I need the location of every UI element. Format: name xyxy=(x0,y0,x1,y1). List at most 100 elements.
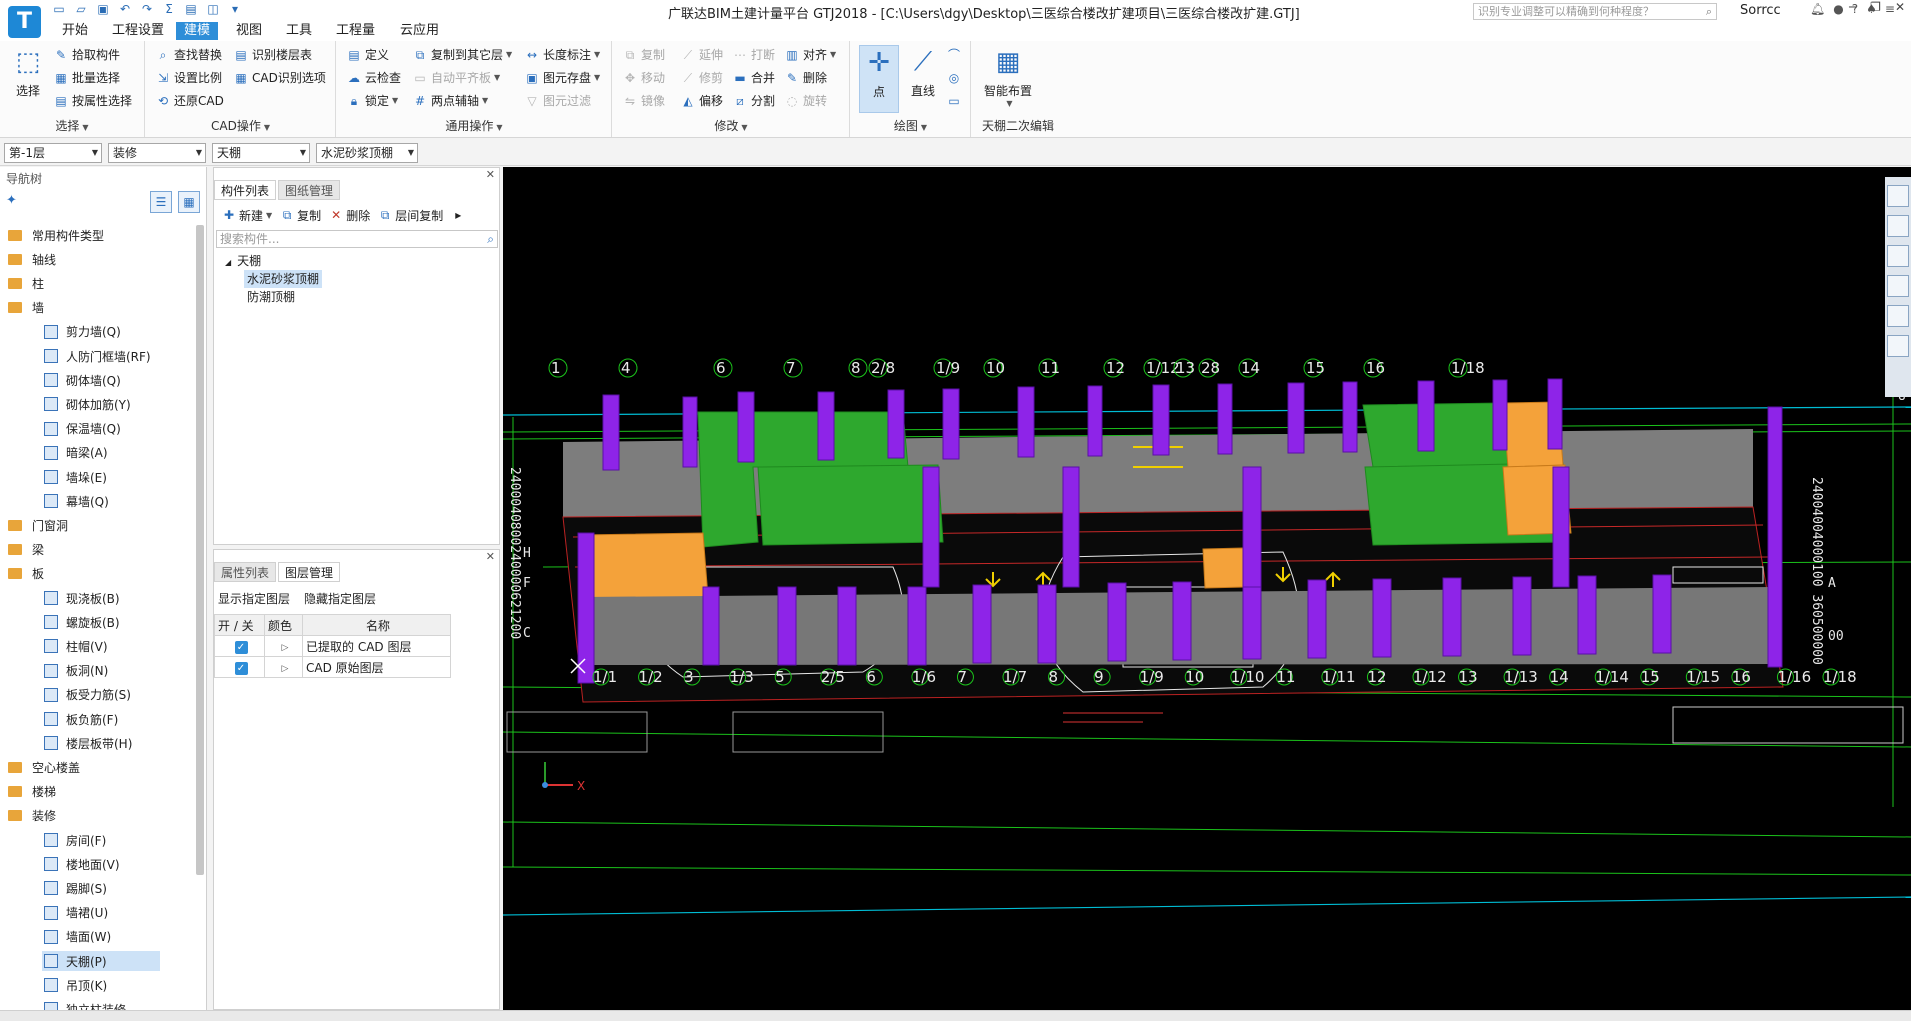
nav-item[interactable]: 板受力筋(S) xyxy=(42,685,160,705)
nav-category[interactable]: 空心楼盖 xyxy=(8,757,80,777)
length-dimension-button[interactable]: ↔ 长度标注 ▼ xyxy=(525,45,600,64)
delete-button[interactable]: ✎ 删除 xyxy=(785,68,827,87)
nav-item[interactable]: 楼地面(V) xyxy=(42,854,160,874)
tab-start[interactable]: 开始 xyxy=(54,22,96,40)
refresh-view-icon[interactable] xyxy=(1887,305,1909,327)
layer-expand[interactable]: ▷ xyxy=(264,656,303,678)
element-filter-button[interactable]: ▽ 图元过滤 xyxy=(525,91,591,110)
copy-to-other-floor-button[interactable]: ⧉ 复制到其它层 ▼ xyxy=(413,45,512,64)
tab-tools[interactable]: 工具 xyxy=(278,22,320,40)
nav-item[interactable]: 柱帽(V) xyxy=(42,636,160,656)
floor-select[interactable]: 第-1层 ▼ xyxy=(4,143,102,163)
nav-category[interactable]: 板 xyxy=(8,564,44,584)
break-button[interactable]: ⋯ 打断 xyxy=(733,45,775,64)
report-icon[interactable]: ▤ xyxy=(184,2,198,16)
layer-toggle[interactable]: ✓ xyxy=(214,656,265,678)
nav-item[interactable]: 人防门框墙(RF) xyxy=(42,346,160,366)
close-icon[interactable]: ✕ xyxy=(486,550,495,563)
merge-button[interactable]: ▬ 合并 xyxy=(733,68,775,87)
app-logo-icon[interactable]: T xyxy=(8,6,41,38)
nav-scrollbar[interactable] xyxy=(196,225,204,875)
nav-item[interactable]: 保温墙(Q) xyxy=(42,419,160,439)
collapse-arrow-icon[interactable]: ◢ xyxy=(225,258,231,267)
3d-view-icon[interactable] xyxy=(1887,275,1909,297)
nav-item[interactable]: 现浇板(B) xyxy=(42,588,160,608)
close-icon[interactable]: ✕ xyxy=(486,168,495,181)
nav-item[interactable]: 幕墙(Q) xyxy=(42,491,160,511)
minimize-icon[interactable]: ─ xyxy=(1849,0,1856,14)
checkbox-checked-icon[interactable]: ✓ xyxy=(234,661,248,675)
element-save-button[interactable]: ▣ 图元存盘 ▼ xyxy=(525,68,600,87)
nav-item[interactable]: 楼层板带(H) xyxy=(42,733,160,753)
move-button[interactable]: ✥ 移动 xyxy=(623,68,665,87)
top-view-icon[interactable] xyxy=(1887,245,1909,267)
draw-arc-button[interactable]: ⌒ xyxy=(947,45,965,64)
nav-category[interactable]: 轴线 xyxy=(8,249,56,269)
tab-property-list[interactable]: 属性列表 xyxy=(214,562,277,582)
component-select[interactable]: 水泥砂浆顶棚 ▼ xyxy=(316,143,418,163)
tab-view[interactable]: 视图 xyxy=(228,22,270,40)
lock-button[interactable]: 🔒︎ 锁定 ▼ xyxy=(347,91,398,110)
tile-view-icon[interactable]: ▦ xyxy=(178,191,200,213)
category-select[interactable]: 装修 ▼ xyxy=(108,143,206,163)
tab-modeling[interactable]: 建模 xyxy=(176,22,219,40)
draw-line-button[interactable]: ⟋ 直线 xyxy=(905,45,941,113)
offset-button[interactable]: ◭ 偏移 xyxy=(681,91,723,110)
more-tools-icon[interactable]: ▸ xyxy=(455,208,461,222)
draw-circle-button[interactable]: ◎ xyxy=(947,68,965,87)
sum-icon[interactable]: Σ xyxy=(162,2,176,16)
layer-toggle[interactable]: ✓ xyxy=(214,635,265,657)
nav-category[interactable]: 楼梯 xyxy=(8,782,56,802)
copy-component-button[interactable]: ⧉ 复制 xyxy=(280,207,321,224)
nav-item[interactable]: 房间(F) xyxy=(42,830,160,850)
tab-component-list[interactable]: 构件列表 xyxy=(214,180,277,200)
fit-view-icon[interactable] xyxy=(1887,335,1909,357)
nav-item[interactable]: 板负筋(F) xyxy=(42,709,160,729)
tab-drawing-management[interactable]: 图纸管理 xyxy=(278,180,341,200)
trim-button[interactable]: ⟋ 修剪 xyxy=(681,68,723,87)
restore-cad-button[interactable]: ⟲ 还原CAD xyxy=(156,91,224,110)
align-button[interactable]: ▥ 对齐 ▼ xyxy=(785,45,836,64)
checkbox-checked-icon[interactable]: ✓ xyxy=(234,640,248,654)
open-folder-icon[interactable]: ▱ xyxy=(74,2,88,16)
new-component-button[interactable]: ✚ 新建 ▼ xyxy=(222,207,272,224)
tab-project-settings[interactable]: 工程设置 xyxy=(104,22,172,40)
nav-item[interactable]: 砌体加筋(Y) xyxy=(42,394,160,414)
nav-item[interactable]: 踢脚(S) xyxy=(42,878,160,898)
nav-item[interactable]: 螺旋板(B) xyxy=(42,612,160,632)
set-scale-button[interactable]: ⇲ 设置比例 xyxy=(156,68,222,87)
nav-item[interactable]: 砌体墙(Q) xyxy=(42,370,160,390)
nav-category[interactable]: 梁 xyxy=(8,540,44,560)
type-select[interactable]: 天棚 ▼ xyxy=(212,143,310,163)
cloud-check-button[interactable]: ☁ 云检查 xyxy=(347,68,401,87)
help-search-input[interactable]: 识别专业调整可以精确到何种程度？ ⌕ xyxy=(1473,3,1717,20)
view-icon[interactable]: ◫ xyxy=(206,2,220,16)
tab-quantity[interactable]: 工程量 xyxy=(328,22,383,40)
find-replace-button[interactable]: ⌕ 查找替换 xyxy=(156,45,222,64)
identify-floor-table-button[interactable]: ▤ 识别楼层表 xyxy=(234,45,312,64)
show-layer-button[interactable]: 显示指定图层 xyxy=(218,590,290,607)
close-icon[interactable]: ✕ xyxy=(1895,0,1905,14)
auto-align-slab-button[interactable]: ▭ 自动平齐板 ▼ xyxy=(413,68,500,87)
orbit-icon[interactable] xyxy=(1887,185,1909,207)
chat-icon[interactable]: ● xyxy=(1833,2,1843,16)
new-file-icon[interactable]: ▭ xyxy=(52,2,66,16)
nav-item[interactable]: 板洞(N) xyxy=(42,661,160,681)
nav-item[interactable]: 墙面(W) xyxy=(42,927,160,947)
pick-component-button[interactable]: ✎ 拾取构件 xyxy=(54,45,120,64)
redo-icon[interactable]: ↷ xyxy=(140,2,154,16)
rotate-button[interactable]: ◌ 旋转 xyxy=(785,91,827,110)
nav-item[interactable]: 墙裙(U) xyxy=(42,903,160,923)
smart-layout-button[interactable]: ▦ 智能布置 ▼ xyxy=(978,45,1038,113)
nav-item[interactable]: 暗梁(A) xyxy=(42,443,160,463)
delete-component-button[interactable]: ✕ 删除 xyxy=(329,207,370,224)
search-icon[interactable]: ⌕ xyxy=(1706,4,1712,19)
nav-category[interactable]: 装修 xyxy=(8,806,56,826)
customize-icon[interactable]: ▾ xyxy=(228,2,242,16)
tree-item-moisture-ceiling[interactable]: 防潮顶棚 xyxy=(244,288,298,306)
mirror-button[interactable]: ⇋ 镜像 xyxy=(623,91,665,110)
tree-item-cement-ceiling[interactable]: 水泥砂浆顶棚 xyxy=(244,270,323,288)
save-icon[interactable]: ▣ xyxy=(96,2,110,16)
two-point-axis-button[interactable]: # 两点辅轴 ▼ xyxy=(413,91,488,110)
define-button[interactable]: ▤ 定义 xyxy=(347,45,389,64)
